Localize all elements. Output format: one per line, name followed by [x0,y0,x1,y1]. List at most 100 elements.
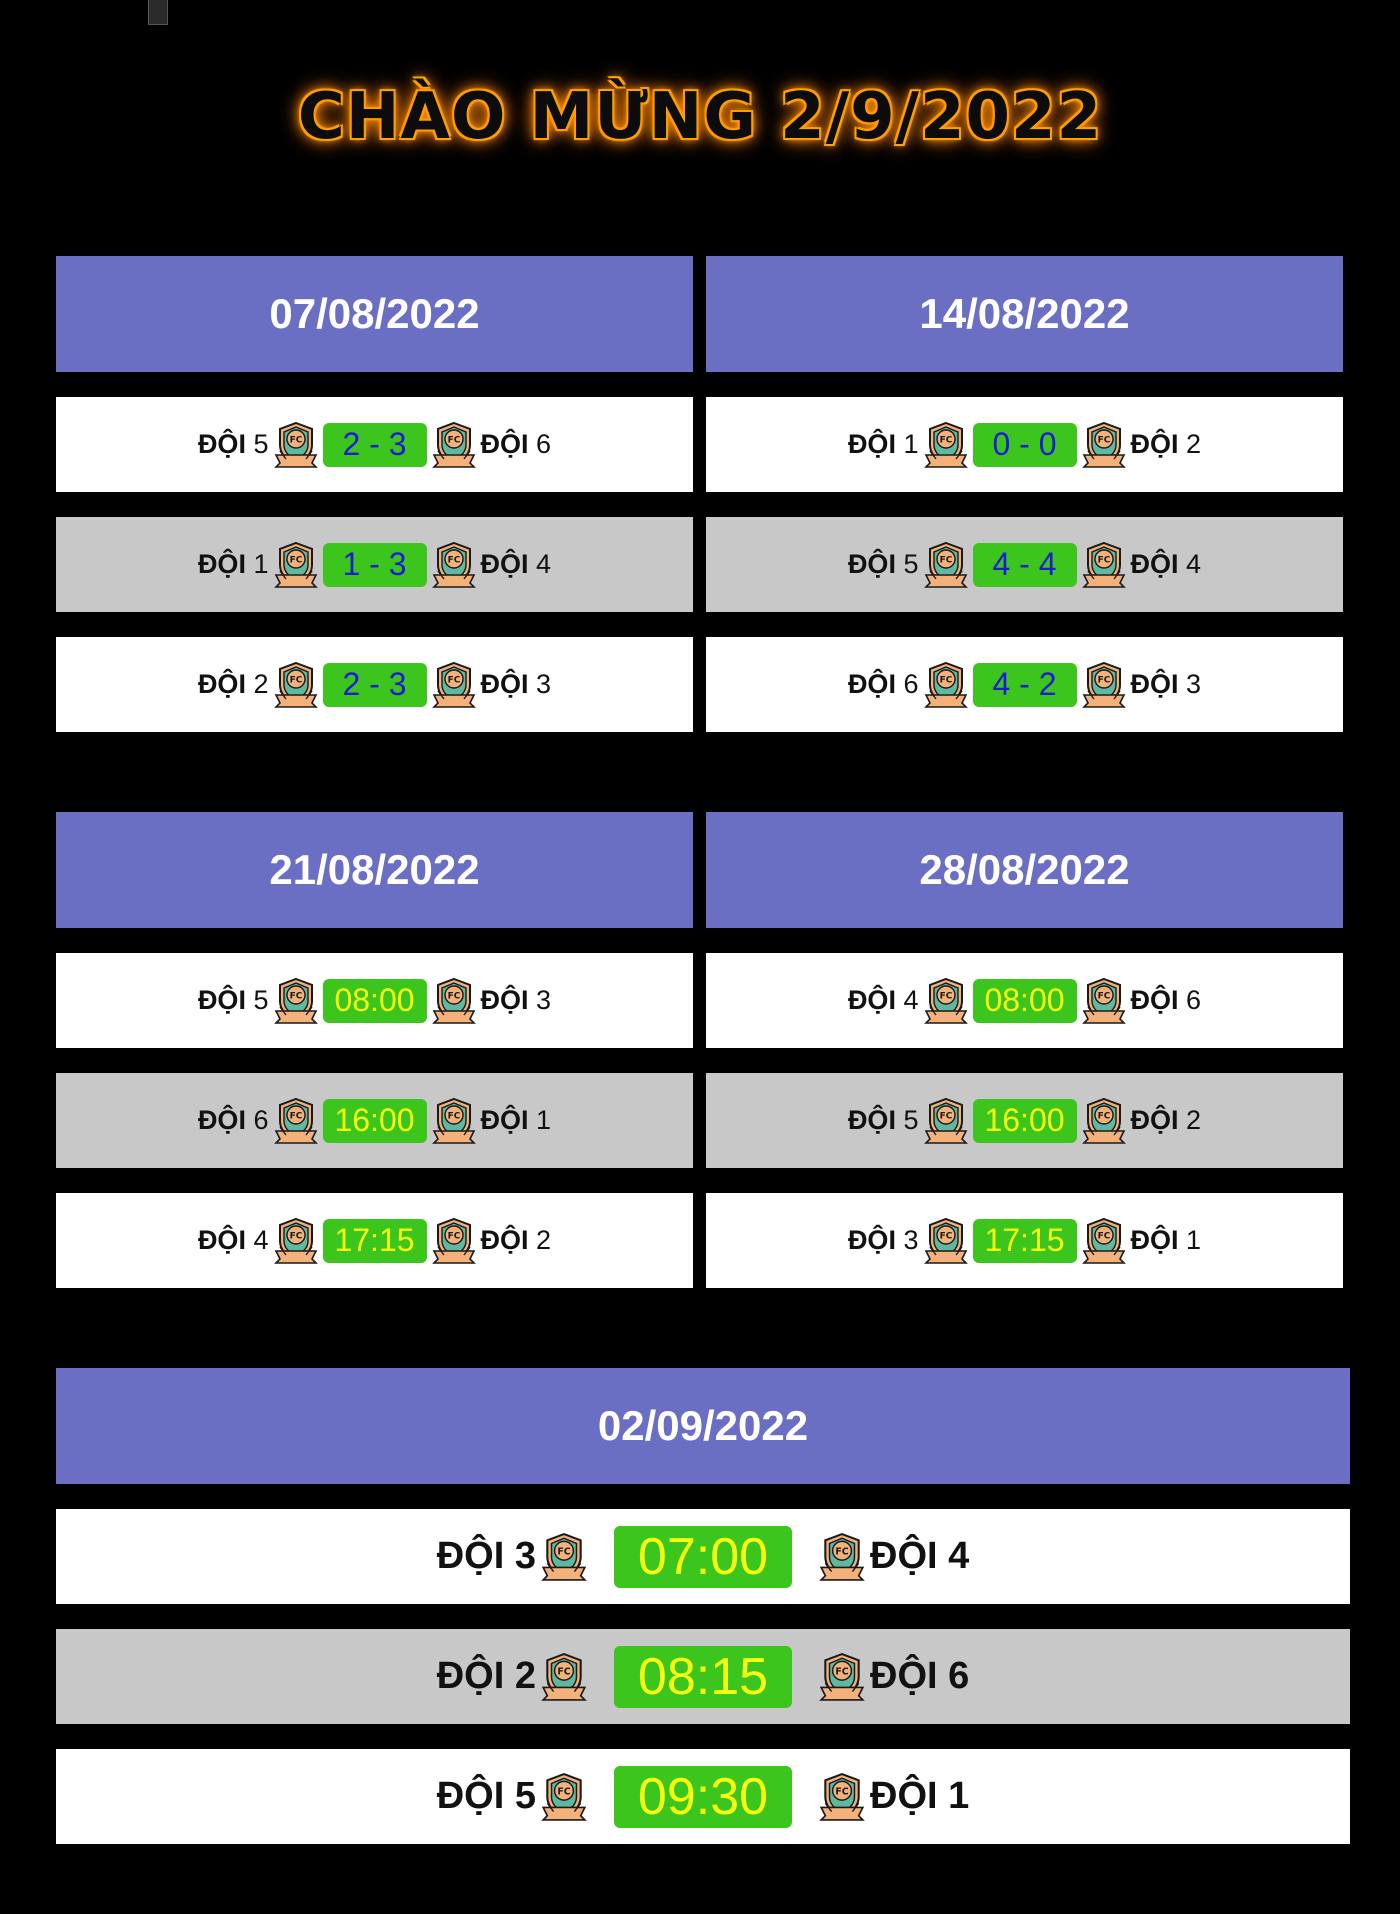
away-team: ĐỘI 4 [870,1535,970,1577]
home-team: ĐỘI 2 [197,669,269,699]
home-team: ĐỘI 5 [847,549,919,579]
match-day-block: 14/08/2022 ĐỘI 1 0 - 0 ĐỘI 2 ĐỘI 5 4 - 4… [706,256,1343,732]
away-team: ĐỘI 2 [1130,429,1202,459]
page-title: CHÀO MỪNG 2/9/2022 [297,80,1103,154]
home-team: ĐỘI 4 [197,1225,269,1255]
score-pill: 2 - 3 [322,662,427,707]
away-team: ĐỘI 6 [1130,985,1202,1015]
final-match-day-block: 02/09/2022 ĐỘI 3 07:00 ĐỘI 4 ĐỘI 2 08:15… [56,1368,1350,1844]
match-row: ĐỘI 2 08:15 ĐỘI 6 [56,1629,1350,1724]
date-header: 21/08/2022 [56,812,693,928]
fc-shield-icon [432,1217,476,1265]
match-row: ĐỘI 5 4 - 4 ĐỘI 4 [706,517,1343,612]
score-pill: 2 - 3 [322,422,427,467]
match-row: ĐỘI 3 17:15 ĐỘI 1 [706,1193,1343,1288]
fc-shield-icon [274,977,318,1025]
home-team: ĐỘI 4 [847,985,919,1015]
time-pill: 17:15 [322,1218,427,1263]
away-team: ĐỘI 3 [480,669,552,699]
match-day-block: 07/08/2022 ĐỘI 5 2 - 3 ĐỘI 6 ĐỘI 1 1 - 3… [56,256,693,732]
match-row: ĐỘI 3 07:00 ĐỘI 4 [56,1509,1350,1604]
fc-shield-icon [924,1097,968,1145]
fc-shield-icon [432,1097,476,1145]
fc-shield-icon [819,1532,865,1582]
fc-shield-icon [541,1772,587,1822]
home-team: ĐỘI 5 [436,1775,536,1817]
date-header: 14/08/2022 [706,256,1343,372]
home-team: ĐỘI 3 [436,1535,536,1577]
away-team: ĐỘI 1 [480,1105,552,1135]
score-pill: 0 - 0 [972,422,1077,467]
fc-shield-icon [1082,541,1126,589]
fc-shield-icon [924,541,968,589]
away-team: ĐỘI 4 [1130,549,1202,579]
match-row: ĐỘI 2 2 - 3 ĐỘI 3 [56,637,693,732]
match-row: ĐỘI 4 08:00 ĐỘI 6 [706,953,1343,1048]
time-pill: 16:00 [322,1098,427,1143]
home-team: ĐỘI 5 [197,985,269,1015]
fc-shield-icon [1082,661,1126,709]
fc-shield-icon [274,421,318,469]
away-team: ĐỘI 3 [480,985,552,1015]
fc-shield-icon [1082,1097,1126,1145]
match-row: ĐỘI 5 09:30 ĐỘI 1 [56,1749,1350,1844]
time-pill: 09:30 [614,1765,792,1828]
fc-shield-icon [274,1097,318,1145]
home-team: ĐỘI 1 [197,549,269,579]
fc-shield-icon [924,421,968,469]
fc-shield-icon [432,541,476,589]
away-team: ĐỘI 2 [1130,1105,1202,1135]
home-team: ĐỘI 3 [847,1225,919,1255]
fc-shield-icon [274,541,318,589]
date-header: 02/09/2022 [56,1368,1350,1484]
home-team: ĐỘI 6 [197,1105,269,1135]
fc-shield-icon [924,1217,968,1265]
fc-shield-icon [274,661,318,709]
score-pill: 4 - 4 [972,542,1077,587]
fc-shield-icon [541,1532,587,1582]
fc-shield-icon [924,977,968,1025]
home-team: ĐỘI 2 [436,1655,536,1697]
time-pill: 08:00 [322,978,427,1023]
away-team: ĐỘI 6 [870,1655,970,1697]
away-team: ĐỘI 1 [1130,1225,1202,1255]
fc-shield-icon [1082,977,1126,1025]
away-team: ĐỘI 3 [1130,669,1202,699]
away-team: ĐỘI 4 [480,549,552,579]
date-header: 28/08/2022 [706,812,1343,928]
home-team: ĐỘI 5 [197,429,269,459]
fc-shield-icon [819,1772,865,1822]
home-team: ĐỘI 1 [847,429,919,459]
fc-shield-icon [274,1217,318,1265]
fc-shield-icon [541,1652,587,1702]
match-row: ĐỘI 6 4 - 2 ĐỘI 3 [706,637,1343,732]
match-row: ĐỘI 5 2 - 3 ĐỘI 6 [56,397,693,492]
away-team: ĐỘI 2 [480,1225,552,1255]
fc-shield-icon [819,1652,865,1702]
match-row: ĐỘI 5 08:00 ĐỘI 3 [56,953,693,1048]
date-header: 07/08/2022 [56,256,693,372]
time-pill: 16:00 [972,1098,1077,1143]
match-row: ĐỘI 6 16:00 ĐỘI 1 [56,1073,693,1168]
fc-shield-icon [432,977,476,1025]
away-team: ĐỘI 6 [480,429,552,459]
fc-shield-icon [432,661,476,709]
home-team: ĐỘI 6 [847,669,919,699]
match-day-block: 28/08/2022 ĐỘI 4 08:00 ĐỘI 6 ĐỘI 5 16:00… [706,812,1343,1288]
time-pill: 07:00 [614,1525,792,1588]
corner-marker [148,0,168,25]
fc-shield-icon [1082,1217,1126,1265]
score-pill: 4 - 2 [972,662,1077,707]
home-team: ĐỘI 5 [847,1105,919,1135]
match-day-block: 21/08/2022 ĐỘI 5 08:00 ĐỘI 3 ĐỘI 6 16:00… [56,812,693,1288]
time-pill: 17:15 [972,1218,1077,1263]
fc-shield-icon [924,661,968,709]
away-team: ĐỘI 1 [870,1775,970,1817]
fc-shield-icon [1082,421,1126,469]
fc-shield-icon [432,421,476,469]
match-row: ĐỘI 1 0 - 0 ĐỘI 2 [706,397,1343,492]
time-pill: 08:00 [972,978,1077,1023]
match-row: ĐỘI 1 1 - 3 ĐỘI 4 [56,517,693,612]
match-row: ĐỘI 4 17:15 ĐỘI 2 [56,1193,693,1288]
match-row: ĐỘI 5 16:00 ĐỘI 2 [706,1073,1343,1168]
